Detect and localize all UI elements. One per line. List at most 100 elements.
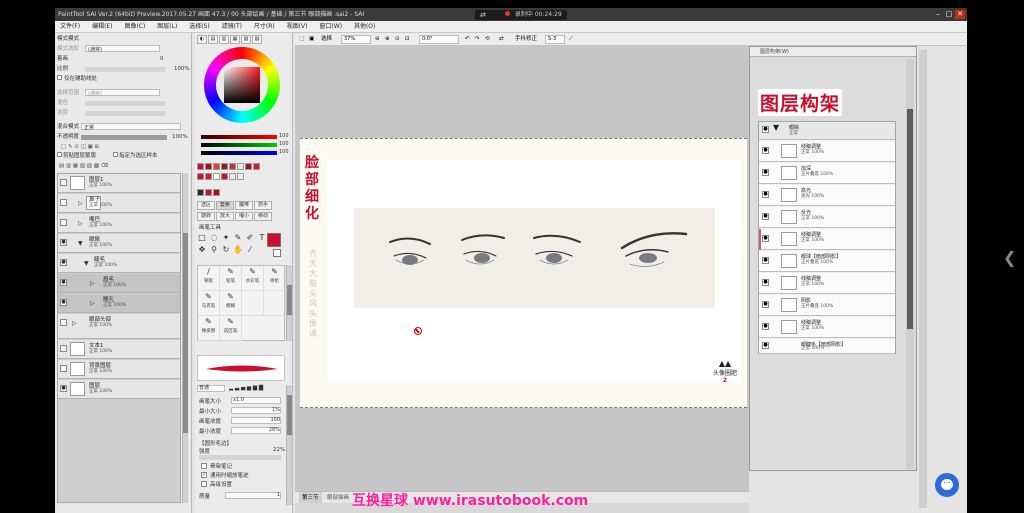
texture-slider[interactable] [199, 455, 281, 460]
lasso-icon[interactable]: ◌ [209, 233, 219, 243]
structure-scrollbar[interactable] [906, 59, 914, 469]
brush-cell[interactable] [242, 291, 264, 316]
rotate-icon[interactable]: ↻ [221, 245, 231, 255]
secondary-color-swatch[interactable] [273, 249, 281, 257]
guide-only-checkbox-label[interactable]: 仅在辅助线处 [57, 75, 97, 83]
clip-mask-option[interactable]: 剪贴图层蒙版 [57, 152, 96, 160]
structure-layer-row[interactable]: ● 阴影 正片叠底 100% [759, 295, 895, 316]
menu-size[interactable]: 尺寸(R) [249, 21, 280, 33]
rgb-tab[interactable]: ▤ [208, 35, 218, 44]
swatch[interactable] [229, 173, 236, 180]
visibility-icon[interactable]: ● [60, 279, 67, 286]
pen-icon[interactable]: ✎ [233, 233, 243, 243]
swatch[interactable] [197, 163, 204, 170]
swatch[interactable] [253, 163, 260, 170]
blue-slider[interactable] [201, 151, 277, 155]
menu-view[interactable]: 视图(V) [282, 21, 313, 33]
visibility-icon[interactable]: ● [762, 213, 769, 220]
swatch[interactable] [205, 189, 212, 196]
swatch[interactable] [205, 173, 212, 180]
menu-file[interactable]: 文件(F) [55, 21, 85, 33]
brush-cell[interactable]: ✎ 水彩笔 [242, 266, 264, 291]
visibility-icon[interactable] [60, 179, 67, 186]
advanced-checkbox[interactable] [201, 481, 207, 487]
maximize-icon[interactable]: □ [944, 10, 954, 19]
visibility-icon[interactable]: ● [762, 342, 769, 349]
structure-layer-row[interactable]: ● 眼球【暗部阴影】 正片叠底 100% [759, 251, 895, 272]
min-size-field[interactable]: 1% [231, 407, 281, 414]
scratch-tab[interactable]: ▨ [252, 35, 262, 44]
tool-lasso-button[interactable]: 套索 [216, 201, 234, 210]
structure-layer-row[interactable]: ● 高光 发光 100% [759, 185, 895, 206]
tool-rotate-button[interactable]: 旋转 [197, 212, 215, 221]
brush-cell[interactable] [264, 291, 286, 316]
zoom-fit-icon[interactable]: ⊡ [405, 35, 410, 44]
tool-hand-button[interactable]: 抓手 [254, 201, 272, 210]
visibility-icon[interactable]: ● [762, 323, 769, 330]
brush-curve-icon[interactable]: ⟋ [569, 35, 573, 44]
swatch[interactable] [213, 163, 220, 170]
tool-select-button[interactable]: 选区 [197, 201, 215, 210]
structure-layer-row[interactable]: ● 眼睫毛【暗部阴影】 正常 100% [759, 339, 895, 354]
swatch[interactable] [229, 163, 236, 170]
brush-cell[interactable]: ✎ 马克笔 [198, 291, 220, 316]
collapse-icon[interactable]: ▼ [78, 240, 83, 247]
swatch[interactable] [213, 173, 220, 180]
tool-move-button[interactable]: 移动 [254, 212, 272, 221]
hand-icon[interactable]: ✋ [233, 245, 243, 255]
blend-slider[interactable] [85, 101, 165, 106]
density-slider[interactable] [85, 111, 165, 116]
blend-mode-select[interactable]: 正常 [81, 123, 181, 131]
swatch[interactable] [245, 163, 252, 170]
hsv-tab[interactable]: ▥ [219, 35, 229, 44]
layer-row[interactable]: ▷ 鼻子 正常 100% [58, 194, 180, 213]
swatch[interactable] [237, 173, 244, 180]
structure-layer-row[interactable]: ● 线稿调整 正常 100% [759, 273, 895, 294]
text-tool-icon[interactable]: T [257, 233, 267, 243]
scale-slider[interactable] [85, 67, 165, 72]
structure-layer-row[interactable]: ● 线稿调整 正常 100% [759, 317, 895, 338]
swatch[interactable] [221, 173, 228, 180]
brush-cell[interactable]: ✎ 铅笔 [220, 266, 242, 291]
expand-icon[interactable]: ▷ [90, 280, 95, 287]
flip-icon[interactable]: ⇄ [499, 35, 504, 44]
layer-row[interactable]: 图层1 正常 100% [58, 174, 180, 193]
brush-mode-select[interactable]: 普通 [197, 385, 225, 392]
eyedropper-icon[interactable]: ✐ [245, 233, 255, 243]
layer-scrollbar[interactable] [182, 173, 188, 503]
layer-buttons[interactable]: ▤ ▥ ▦ ▧ ▨ ▩ ⌫ [59, 162, 108, 170]
visibility-icon[interactable]: ● [60, 239, 67, 246]
rotate-left-icon[interactable]: ↶ [465, 35, 470, 44]
layer-row[interactable]: 背景图层 正常 100% [58, 360, 180, 379]
zoom-in-icon[interactable]: ⊕ [385, 35, 390, 44]
opacity-slider[interactable] [81, 135, 167, 140]
menu-other[interactable]: 其他(O) [349, 21, 380, 33]
tool-options-scrollbar[interactable] [286, 385, 292, 505]
structure-layer-row[interactable]: ● 反光 正常 100% [759, 207, 895, 228]
layer-group-row[interactable]: ● ▼ 眼睛 正常 [759, 122, 895, 140]
zoom-icon[interactable]: ⚲ [209, 245, 219, 255]
brush-cell[interactable]: / 钢笔 [198, 266, 220, 291]
rotate-reset-icon[interactable]: ⟲ [485, 35, 490, 44]
chevron-left-icon[interactable]: ❮ [1003, 248, 1016, 267]
select-rect-icon[interactable]: □ [197, 233, 207, 243]
visibility-icon[interactable]: ● [762, 126, 769, 133]
menu-select[interactable]: 选择(S) [184, 21, 215, 33]
swatch[interactable] [197, 189, 204, 196]
visibility-icon[interactable]: ● [762, 301, 769, 308]
expand-icon[interactable]: ▷ [78, 220, 83, 227]
brush-scrollbar[interactable] [286, 265, 292, 341]
dock-scrollbar[interactable] [919, 50, 927, 508]
color-wheel-tab[interactable]: ◐ [197, 35, 207, 44]
rotate-right-icon[interactable]: ↷ [475, 35, 480, 44]
green-slider[interactable] [201, 143, 277, 147]
recording-bar[interactable]: ⇄ 录制中 00:24:29 [475, 10, 567, 20]
brush-cell[interactable]: ✎ 橡皮擦 [198, 316, 220, 341]
visibility-icon[interactable]: ● [762, 257, 769, 264]
scale-stroke-checkbox[interactable]: ✓ [201, 472, 207, 478]
option-field-1[interactable]: (通常) [85, 45, 160, 53]
layer-row[interactable]: ● ▷ 眉毛 正常 100% [58, 274, 180, 293]
layer-row[interactable]: ▷ 眼部头部 正常 100% [58, 314, 180, 339]
collapse-icon[interactable]: ▼ [773, 123, 779, 132]
visibility-icon[interactable]: ● [60, 299, 67, 306]
